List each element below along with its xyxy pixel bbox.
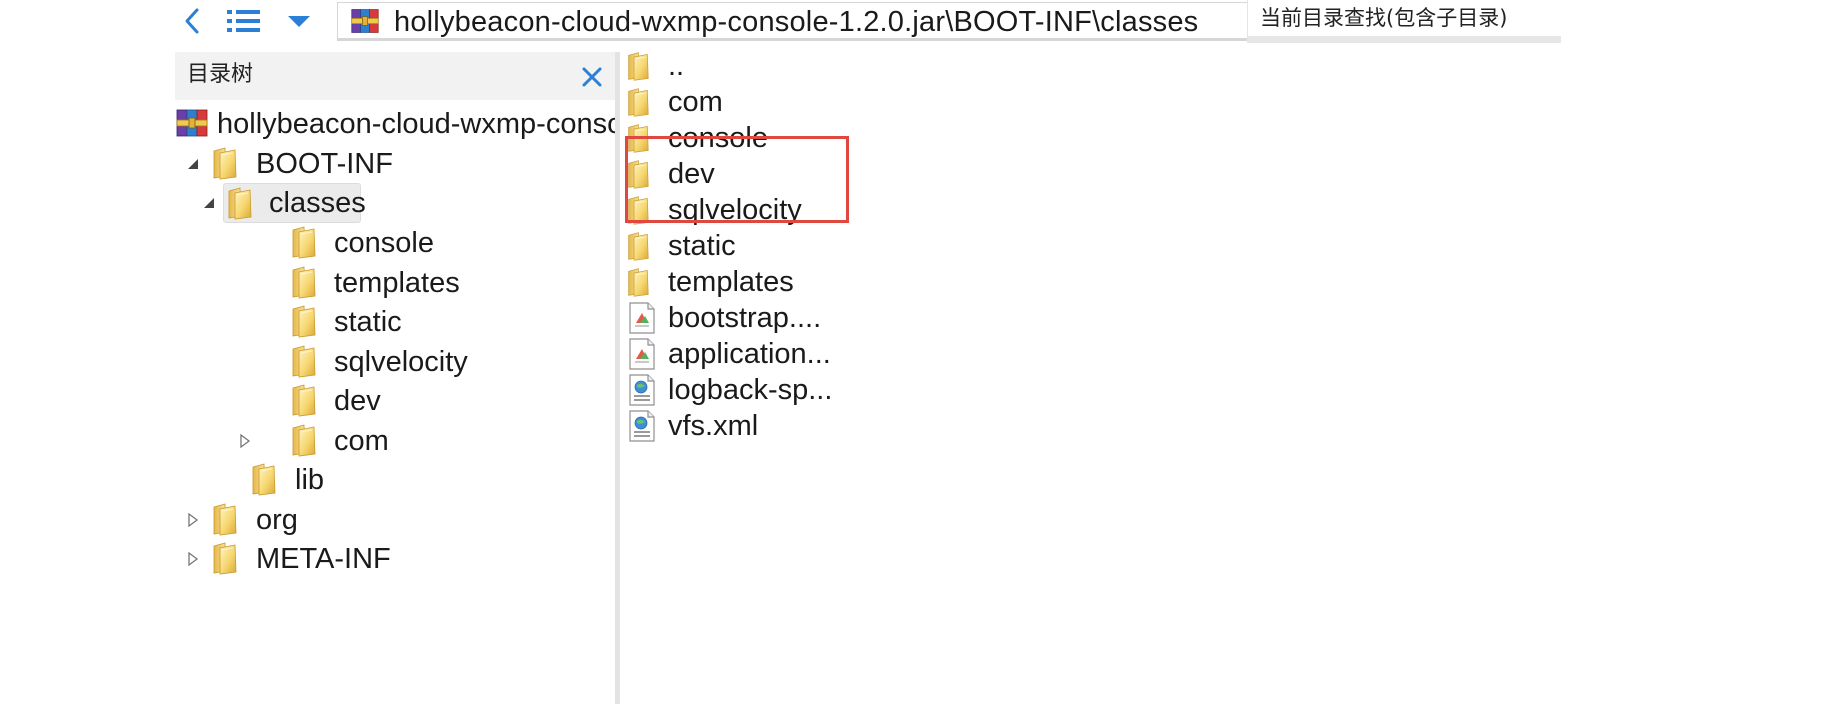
archive-browser-window: hollybeacon-cloud-wxmp-console-1.2.0.jar…	[0, 0, 1828, 704]
tree-item-boot-inf[interactable]: BOOT-INF	[175, 144, 615, 184]
tree-item-root[interactable]: hollybeacon-cloud-wxmp-console-1.2.0.jar	[175, 104, 760, 144]
chevron-left-icon	[185, 8, 199, 34]
view-menu-dropdown[interactable]	[282, 5, 316, 37]
xml-file-icon	[626, 373, 658, 407]
tree-item-label: classes	[269, 187, 366, 219]
close-icon[interactable]	[579, 64, 605, 90]
folder-icon	[626, 121, 658, 155]
file-list-item[interactable]: logback-sp...	[626, 372, 926, 408]
file-list-item[interactable]: templates	[626, 264, 926, 300]
folder-icon	[211, 540, 247, 576]
tree-title: 目录树	[187, 62, 254, 87]
file-list-item[interactable]: sqlvelocity	[626, 192, 926, 228]
file-name: console	[668, 122, 768, 154]
xml-file-icon	[626, 409, 658, 443]
tree-item-label: static	[334, 306, 402, 338]
file-name: bootstrap....	[668, 302, 822, 334]
folder-icon	[290, 224, 326, 260]
file-name: com	[668, 86, 723, 118]
back-button[interactable]	[179, 5, 205, 37]
tree-item-console[interactable]: console	[290, 223, 610, 263]
tree-item-label: console	[334, 227, 434, 259]
tree-item-label: lib	[295, 464, 325, 496]
collapse-triangle-icon[interactable]	[201, 195, 217, 211]
file-name: logback-sp...	[668, 374, 833, 406]
toolbar: hollybeacon-cloud-wxmp-console-1.2.0.jar…	[175, 0, 1561, 43]
folder-icon	[290, 382, 326, 418]
tree-item-label: sqlvelocity	[334, 346, 468, 378]
tree-item-label: META-INF	[256, 543, 391, 575]
expand-triangle-icon[interactable]	[237, 433, 253, 449]
tree-item-classes[interactable]: classes	[223, 183, 366, 223]
winrar-archive-icon	[348, 6, 382, 36]
folder-icon	[290, 303, 326, 339]
folder-icon	[626, 85, 658, 119]
folder-icon	[626, 157, 658, 191]
file-name: application...	[668, 338, 831, 370]
view-mode-button[interactable]	[223, 5, 265, 37]
folder-icon	[226, 185, 262, 221]
tree-header: 目录树	[175, 52, 615, 100]
list-view-icon	[227, 10, 260, 32]
tree-item-static[interactable]: static	[290, 302, 610, 342]
dropdown-arrow-icon	[288, 16, 310, 27]
folder-icon	[626, 193, 658, 227]
tree-item-sqlvelocity[interactable]: sqlvelocity	[290, 342, 610, 382]
folder-icon	[211, 145, 247, 181]
tree-item-label: com	[334, 425, 389, 457]
folder-icon	[250, 461, 286, 497]
file-name: ..	[668, 50, 685, 82]
folder-icon	[290, 422, 326, 458]
file-name: static	[668, 230, 736, 262]
tree-item-label: templates	[334, 267, 460, 299]
file-list-item[interactable]: static	[626, 228, 926, 264]
tree-item-label: dev	[334, 385, 381, 417]
file-list-item[interactable]: application...	[626, 336, 926, 372]
tree-item-lib[interactable]: lib	[250, 460, 610, 500]
expand-triangle-icon[interactable]	[185, 512, 201, 528]
tree-item-org[interactable]: org	[175, 500, 615, 540]
file-name: dev	[668, 158, 715, 190]
tree-item-label: org	[256, 504, 298, 536]
folder-icon	[211, 501, 247, 537]
properties-file-icon	[626, 301, 658, 335]
tree-item-meta-inf[interactable]: META-INF	[175, 539, 615, 579]
tree-item-dev[interactable]: dev	[290, 381, 610, 421]
folder-icon	[626, 229, 658, 263]
file-list-item[interactable]: dev	[626, 156, 926, 192]
properties-file-icon	[626, 337, 658, 371]
file-list-item[interactable]: console	[626, 120, 926, 156]
expand-triangle-icon[interactable]	[185, 551, 201, 567]
directory-tree-panel: 目录树 hollybeacon-cloud-wxmp-console-1.2.0…	[175, 52, 760, 704]
folder-icon	[290, 264, 326, 300]
folder-icon	[626, 49, 658, 83]
file-list-panel: .. com console dev sqlvelocity static te…	[620, 48, 1561, 704]
tree-item-label: BOOT-INF	[256, 148, 393, 180]
collapse-triangle-icon[interactable]	[185, 156, 201, 172]
file-name: sqlvelocity	[668, 194, 802, 226]
tree-item-com[interactable]: com	[235, 421, 610, 461]
file-list-item[interactable]: com	[626, 84, 926, 120]
tree-item-templates[interactable]: templates	[290, 263, 610, 303]
file-name: templates	[668, 266, 794, 298]
file-list-item[interactable]: bootstrap....	[626, 300, 926, 336]
folder-icon	[626, 265, 658, 299]
winrar-archive-icon	[175, 106, 209, 140]
search-input[interactable]: 当前目录查找(包含子目录)	[1247, 0, 1561, 43]
file-list-item[interactable]: ..	[626, 48, 926, 84]
folder-icon	[290, 343, 326, 379]
file-name: vfs.xml	[668, 410, 759, 442]
file-list-item[interactable]: vfs.xml	[626, 408, 926, 444]
